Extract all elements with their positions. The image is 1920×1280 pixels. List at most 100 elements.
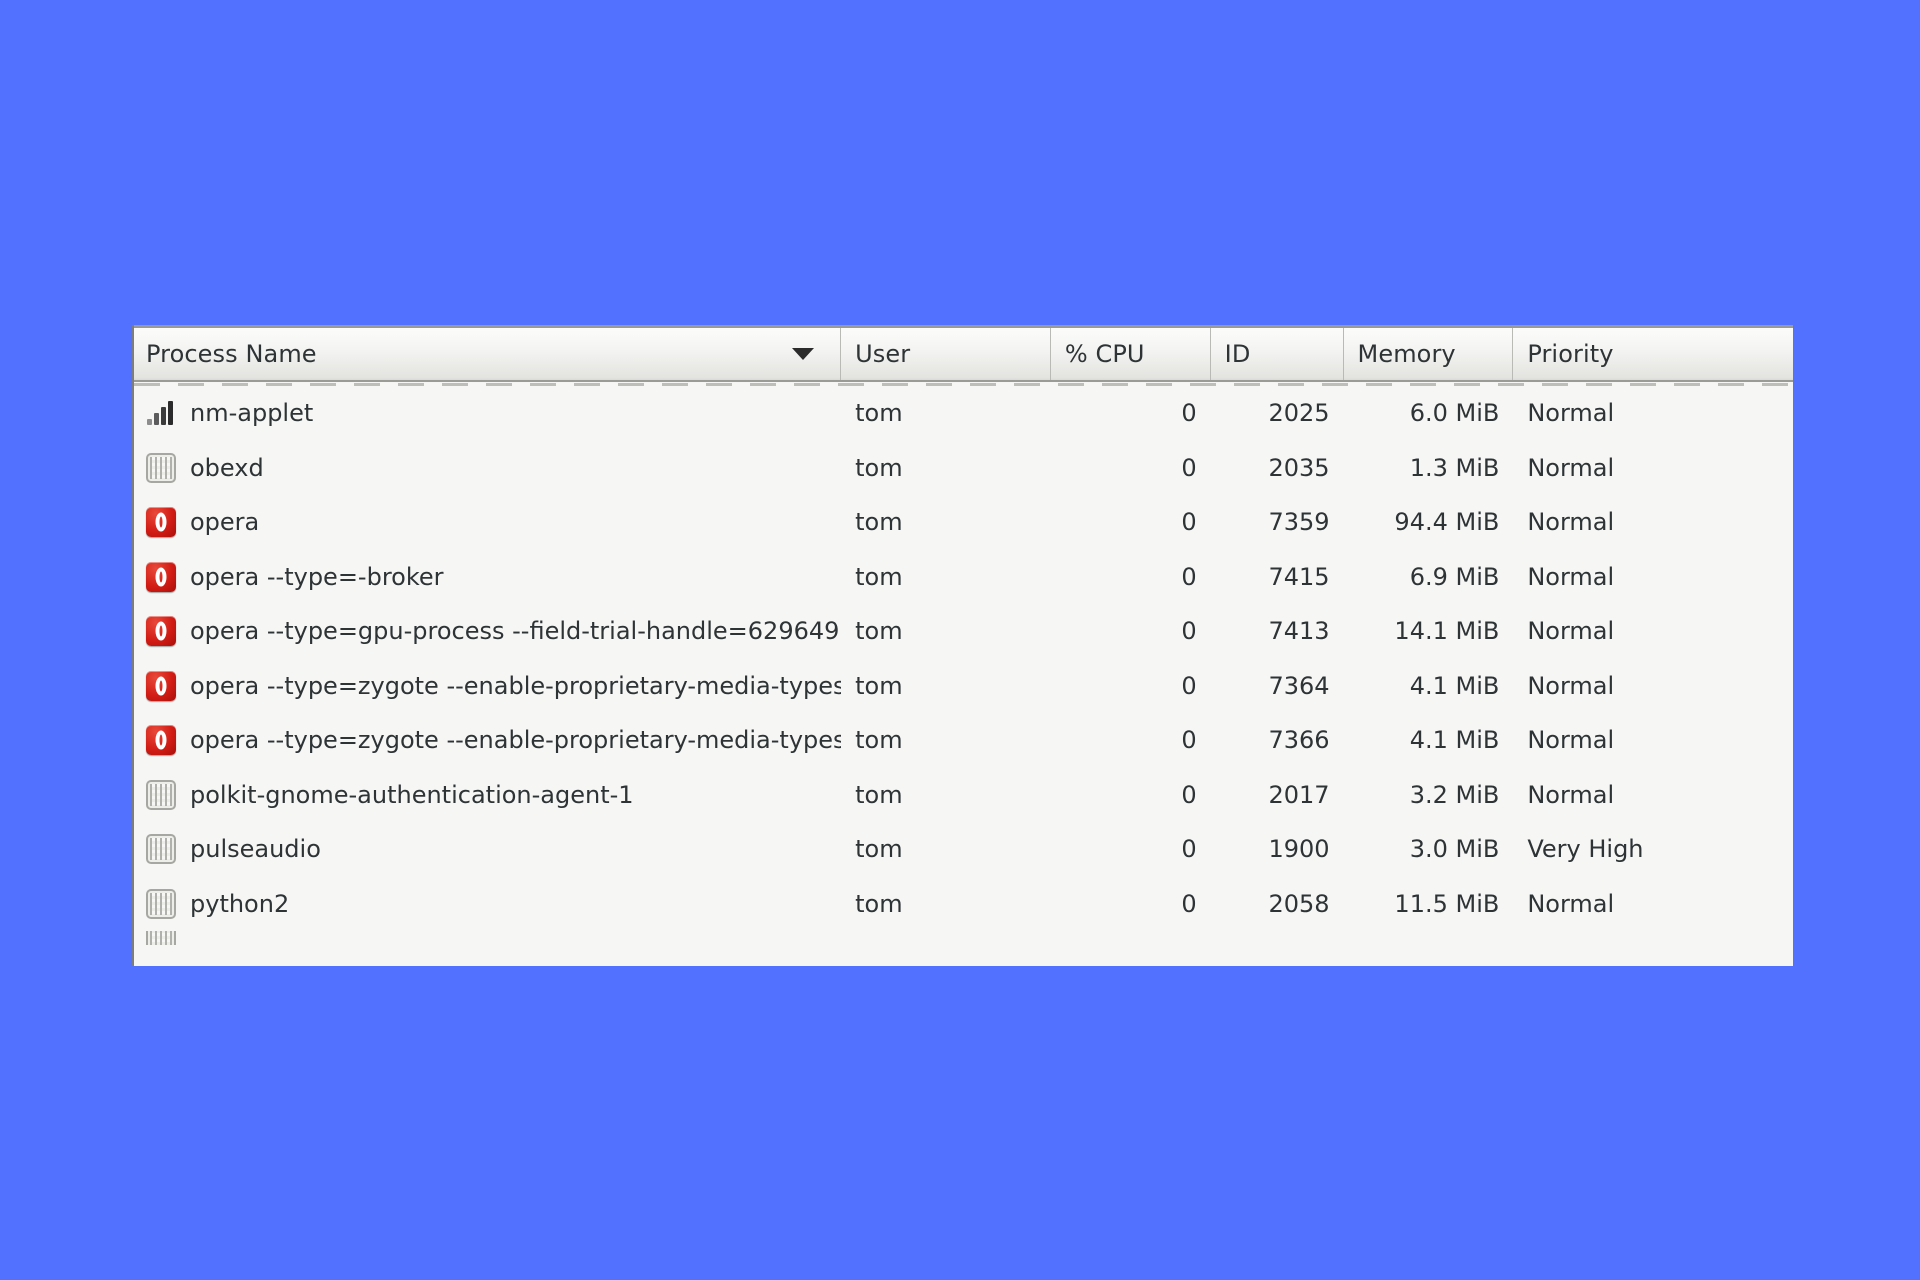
cell-cpu[interactable]: 0 bbox=[1051, 659, 1211, 714]
cell-process-name[interactable]: opera --type=zygote --enable-proprietary… bbox=[134, 659, 841, 714]
cell-user[interactable]: tom bbox=[841, 659, 1051, 714]
process-name-label: pulseaudio bbox=[190, 835, 321, 864]
cell-process-name[interactable]: opera --type=-broker bbox=[134, 550, 841, 605]
table-row[interactable]: pulseaudio tom 0 1900 3.0 MiB Very High bbox=[134, 822, 1793, 877]
cell-cpu[interactable]: 0 bbox=[1051, 495, 1211, 550]
cell-id[interactable]: 2025 bbox=[1211, 386, 1344, 441]
cell-memory[interactable]: 3.0 MiB bbox=[1344, 822, 1514, 877]
cell-memory[interactable]: 94.4 MiB bbox=[1344, 495, 1514, 550]
cell-process-name[interactable]: polkit-gnome-authentication-agent-1 bbox=[134, 768, 841, 823]
table-row[interactable]: nm-applet tom 0 2025 6.0 MiB Normal bbox=[134, 386, 1793, 441]
user-label: tom bbox=[855, 562, 903, 591]
cell-user[interactable]: tom bbox=[841, 713, 1051, 768]
table-row-partial[interactable] bbox=[134, 931, 1793, 945]
cpu-label: 0 bbox=[1181, 562, 1197, 591]
cell-cpu[interactable]: 0 bbox=[1051, 822, 1211, 877]
cell-priority[interactable]: Normal bbox=[1513, 550, 1793, 605]
cell-cpu[interactable]: 0 bbox=[1051, 877, 1211, 932]
cell-cpu[interactable]: 0 bbox=[1051, 550, 1211, 605]
cell-process-name[interactable]: opera --type=gpu-process --field-trial-h… bbox=[134, 604, 841, 659]
cell-priority[interactable]: Normal bbox=[1513, 604, 1793, 659]
column-header-label: % CPU bbox=[1064, 340, 1145, 368]
table-row[interactable]: opera --type=zygote --enable-proprietary… bbox=[134, 659, 1793, 714]
column-header-memory[interactable]: Memory bbox=[1343, 328, 1514, 380]
cpu-label: 0 bbox=[1181, 453, 1197, 482]
opera-icon bbox=[146, 725, 176, 756]
cell-priority[interactable]: Normal bbox=[1513, 495, 1793, 550]
priority-label: Normal bbox=[1527, 889, 1615, 918]
cell-memory[interactable]: 6.9 MiB bbox=[1344, 550, 1514, 605]
cell-memory[interactable]: 1.3 MiB bbox=[1344, 441, 1514, 496]
cell-user[interactable]: tom bbox=[841, 550, 1051, 605]
id-label: 7413 bbox=[1268, 617, 1330, 646]
column-header-priority[interactable]: Priority bbox=[1513, 328, 1793, 380]
column-header-process-name[interactable]: Process Name bbox=[134, 328, 842, 380]
cell-priority[interactable]: Very High bbox=[1513, 822, 1793, 877]
cell-id[interactable]: 2017 bbox=[1211, 768, 1344, 823]
cell-cpu[interactable]: 0 bbox=[1051, 604, 1211, 659]
cell-id[interactable]: 7366 bbox=[1211, 713, 1344, 768]
cell-process-name[interactable]: opera --type=zygote --enable-proprietary… bbox=[134, 713, 841, 768]
cell-priority[interactable]: Normal bbox=[1513, 441, 1793, 496]
cell-process-name[interactable]: nm-applet bbox=[134, 386, 841, 441]
cell-process-name[interactable]: python2 bbox=[134, 877, 841, 932]
process-name-label: opera --type=-broker bbox=[190, 562, 444, 591]
table-row[interactable]: polkit-gnome-authentication-agent-1 tom 0 2… bbox=[134, 768, 1793, 823]
table-row[interactable]: opera --type=zygote --enable-proprietary… bbox=[134, 713, 1793, 768]
id-label: 2058 bbox=[1268, 889, 1330, 918]
cell-id[interactable]: 2035 bbox=[1211, 441, 1344, 496]
cell-user[interactable]: tom bbox=[841, 604, 1051, 659]
binary-executable-icon bbox=[146, 452, 176, 483]
cell-memory[interactable]: 14.1 MiB bbox=[1344, 604, 1514, 659]
process-name-label: nm-applet bbox=[190, 399, 314, 428]
cell-user[interactable]: tom bbox=[841, 877, 1051, 932]
table-row[interactable]: obexd tom 0 2035 1.3 MiB Normal bbox=[134, 441, 1793, 496]
table-row[interactable]: opera tom 0 7359 94.4 MiB Normal bbox=[134, 495, 1793, 550]
cell-cpu[interactable]: 0 bbox=[1051, 386, 1211, 441]
memory-label: 6.9 MiB bbox=[1409, 562, 1500, 591]
user-label: tom bbox=[855, 399, 903, 428]
cell-cpu[interactable]: 0 bbox=[1051, 441, 1211, 496]
cell-cpu[interactable]: 0 bbox=[1051, 768, 1211, 823]
table-row[interactable]: opera --type=gpu-process --field-trial-h… bbox=[134, 604, 1793, 659]
cell-user[interactable]: tom bbox=[841, 495, 1051, 550]
user-label: tom bbox=[855, 835, 903, 864]
cpu-label: 0 bbox=[1181, 889, 1197, 918]
cell-id[interactable]: 7364 bbox=[1211, 659, 1344, 714]
cell-id[interactable]: 1900 bbox=[1211, 822, 1344, 877]
cell-user[interactable]: tom bbox=[841, 441, 1051, 496]
cpu-label: 0 bbox=[1181, 399, 1197, 428]
column-header-id[interactable]: ID bbox=[1210, 328, 1344, 380]
cell-id[interactable]: 7359 bbox=[1211, 495, 1344, 550]
column-header-user[interactable]: User bbox=[841, 328, 1051, 380]
process-name-label: polkit-gnome-authentication-agent-1 bbox=[190, 780, 634, 809]
cell-memory[interactable]: 6.0 MiB bbox=[1344, 386, 1514, 441]
cell-memory[interactable]: 4.1 MiB bbox=[1344, 659, 1514, 714]
cell-memory[interactable]: 4.1 MiB bbox=[1344, 713, 1514, 768]
column-header-label: Memory bbox=[1357, 340, 1456, 368]
table-row[interactable]: opera --type=-broker tom 0 7415 6.9 MiB Norma… bbox=[134, 550, 1793, 605]
cell-id[interactable]: 7415 bbox=[1211, 550, 1344, 605]
cell-user[interactable]: tom bbox=[841, 768, 1051, 823]
cell-priority[interactable]: Normal bbox=[1513, 386, 1793, 441]
cell-priority[interactable]: Normal bbox=[1513, 659, 1793, 714]
cell-priority[interactable]: Normal bbox=[1513, 877, 1793, 932]
cell-memory[interactable]: 11.5 MiB bbox=[1344, 877, 1514, 932]
table-row[interactable]: python2 tom 0 2058 11.5 MiB Normal bbox=[134, 877, 1793, 932]
cell-process-name[interactable]: obexd bbox=[134, 441, 841, 496]
cell-memory[interactable]: 3.2 MiB bbox=[1344, 768, 1514, 823]
cell-priority[interactable]: Normal bbox=[1513, 713, 1793, 768]
column-header-cpu[interactable]: % CPU bbox=[1050, 328, 1211, 380]
cell-id[interactable]: 2058 bbox=[1211, 877, 1344, 932]
cell-process-name[interactable]: pulseaudio bbox=[134, 822, 841, 877]
sort-descending-arrow-icon[interactable] bbox=[792, 348, 815, 360]
cell-process-name[interactable]: opera bbox=[134, 495, 841, 550]
cell-user[interactable]: tom bbox=[841, 822, 1051, 877]
cpu-label: 0 bbox=[1181, 835, 1197, 864]
memory-label: 11.5 MiB bbox=[1394, 889, 1500, 918]
cell-process-name[interactable] bbox=[134, 931, 842, 945]
cell-priority[interactable]: Normal bbox=[1513, 768, 1793, 823]
cell-user[interactable]: tom bbox=[841, 386, 1051, 441]
cell-cpu[interactable]: 0 bbox=[1051, 713, 1211, 768]
cell-id[interactable]: 7413 bbox=[1211, 604, 1344, 659]
